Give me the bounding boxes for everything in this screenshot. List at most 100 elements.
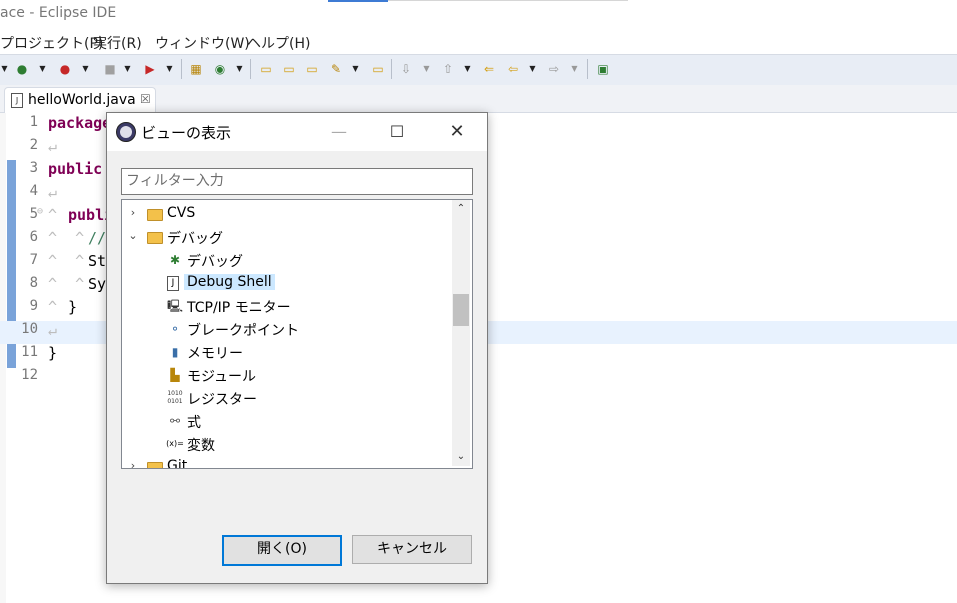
line-number: 6: [29, 229, 38, 245]
line-number: 10: [21, 321, 38, 337]
maximize-icon[interactable]: ☐: [377, 119, 417, 145]
new-class-icon[interactable]: ◉: [212, 61, 228, 77]
dropdown-arrow-icon[interactable]: ▼: [422, 61, 431, 77]
tree-label: デバッグ: [167, 231, 223, 247]
close-icon[interactable]: ☒: [140, 92, 151, 106]
toolbar-separator: [391, 59, 392, 79]
menu-help[interactable]: ヘルプ(H): [247, 33, 310, 53]
tree-item-memory[interactable]: ▮ メモリー: [122, 341, 452, 363]
taskbar-highlight: [328, 0, 388, 2]
last-edit-icon[interactable]: ⇐: [481, 61, 497, 77]
dropdown-arrow-icon[interactable]: ▼: [235, 61, 244, 77]
whitespace-marker: ↵: [48, 321, 58, 339]
line-number: 1: [29, 114, 38, 130]
menu-run[interactable]: 実行(R): [93, 33, 142, 53]
chevron-right-icon[interactable]: ›: [127, 459, 139, 468]
open-resource-icon[interactable]: ▭: [370, 61, 386, 77]
memory-icon: ▮: [171, 345, 179, 359]
dropdown-arrow-icon[interactable]: ▼: [0, 61, 9, 77]
tree-category-cvs[interactable]: › CVS: [122, 203, 452, 225]
chevron-right-icon[interactable]: ›: [127, 206, 139, 219]
tree-label: Debug Shell: [184, 274, 275, 290]
tree-label: レジスター: [187, 392, 257, 408]
new-package-icon[interactable]: ▦: [188, 61, 204, 77]
dropdown-arrow-icon[interactable]: ▼: [528, 61, 537, 77]
filter-input[interactable]: [122, 169, 470, 192]
scrollbar-thumb[interactable]: [453, 294, 469, 326]
code-text: }: [68, 298, 78, 316]
line-number: 2: [29, 137, 38, 153]
external-tools-icon[interactable]: ▶: [142, 61, 158, 77]
cancel-button[interactable]: キャンセル: [352, 535, 472, 564]
tree-item-tcpip-monitor[interactable]: 🖳 TCP/IP モニター: [122, 295, 452, 317]
show-view-dialog: ビューの表示 — ☐ ✕ › CVS ⌄ デバッグ ✱ デバッグ J Debug…: [106, 112, 488, 584]
close-icon[interactable]: ✕: [437, 119, 477, 145]
tree-label: デバッグ: [187, 254, 243, 270]
code-text: Sy: [88, 275, 107, 293]
debug-run-icon[interactable]: ●: [14, 61, 30, 77]
filter-field[interactable]: [121, 168, 473, 195]
tree-scrollbar[interactable]: ⌃ ⌄: [452, 200, 470, 466]
whitespace-marker: ^ ^: [48, 229, 85, 247]
bug-icon: ✱: [169, 253, 181, 267]
tree-item-modules[interactable]: ▙ モジュール: [122, 364, 452, 386]
java-file-icon: J: [11, 93, 23, 108]
menu-project[interactable]: プロジェクト(P): [0, 33, 103, 53]
open-folder-icon[interactable]: ▭: [281, 61, 297, 77]
tree-item-debug[interactable]: ✱ デバッグ: [122, 249, 452, 271]
open-type-icon[interactable]: ▭: [258, 61, 274, 77]
search-icon[interactable]: ✎: [328, 61, 344, 77]
tree-item-registers[interactable]: 1010 0101 レジスター: [122, 387, 452, 409]
dropdown-arrow-icon[interactable]: ▼: [463, 61, 472, 77]
dropdown-arrow-icon[interactable]: ▼: [351, 61, 360, 77]
open-button[interactable]: 開く(O): [222, 535, 342, 566]
eclipse-icon: [116, 122, 136, 142]
whitespace-marker: ^ ^: [48, 275, 85, 293]
coverage-run-icon[interactable]: ●: [57, 61, 73, 77]
line-number: 7: [29, 252, 38, 268]
chevron-down-icon[interactable]: ⌄: [127, 229, 139, 242]
open-perspective-icon[interactable]: ▣: [595, 61, 611, 77]
whitespace-marker: ^: [48, 298, 58, 316]
folder-icon: [147, 209, 163, 221]
back-icon[interactable]: ⇦: [505, 61, 521, 77]
dropdown-arrow-icon[interactable]: ▼: [123, 61, 132, 77]
toolbar-separator: [250, 59, 251, 79]
scroll-up-icon[interactable]: ⌃: [452, 200, 470, 218]
tree-category-git[interactable]: › Git: [122, 456, 452, 468]
tree-label: CVS: [167, 205, 196, 221]
view-tree[interactable]: › CVS ⌄ デバッグ ✱ デバッグ J Debug Shell 🖳 TCP/…: [121, 199, 473, 469]
editor-tab[interactable]: J helloWorld.java ☒: [4, 87, 156, 113]
tree-item-debug-shell[interactable]: J Debug Shell: [122, 272, 452, 294]
scroll-down-icon[interactable]: ⌄: [452, 448, 470, 466]
stop-icon[interactable]: ■: [102, 61, 118, 77]
tree-label: モジュール: [187, 369, 257, 385]
whitespace-marker: ^ ^: [48, 252, 85, 270]
dropdown-arrow-icon[interactable]: ▼: [81, 61, 90, 77]
editor-tab-label: helloWorld.java: [28, 92, 136, 108]
tree-item-breakpoints[interactable]: ⚬ ブレークポイント: [122, 318, 452, 340]
open-task-icon[interactable]: ▭: [304, 61, 320, 77]
menu-window[interactable]: ウィンドウ(W): [155, 33, 250, 53]
next-annotation-icon[interactable]: ⇩: [398, 61, 414, 77]
tree-item-expressions[interactable]: ⚯ 式: [122, 410, 452, 432]
dropdown-arrow-icon[interactable]: ▼: [165, 61, 174, 77]
java-file-icon: J: [167, 276, 179, 291]
whitespace-marker: ↵: [48, 183, 58, 201]
minimize-icon[interactable]: —: [319, 119, 359, 145]
previous-annotation-icon[interactable]: ⇧: [440, 61, 456, 77]
fold-icon[interactable]: ⊖: [37, 206, 43, 217]
line-number: 8: [29, 275, 38, 291]
tree-category-debug[interactable]: ⌄ デバッグ: [122, 226, 452, 248]
dropdown-arrow-icon[interactable]: ▼: [38, 61, 47, 77]
menu-bar: プロジェクト(P) 実行(R) ウィンドウ(W) ヘルプ(H): [0, 30, 957, 54]
toolbar-separator: [587, 59, 588, 79]
tree-item-variables[interactable]: (x)= 変数: [122, 433, 452, 455]
dropdown-arrow-icon[interactable]: ▼: [570, 61, 579, 77]
window-titlebar: ace - Eclipse IDE: [0, 0, 957, 30]
editor-tab-bar: J helloWorld.java ☒: [0, 85, 957, 113]
line-number: 5: [29, 206, 38, 222]
forward-icon[interactable]: ⇨: [546, 61, 562, 77]
folder-open-icon: [147, 232, 163, 244]
whitespace-marker: ^: [48, 206, 58, 224]
